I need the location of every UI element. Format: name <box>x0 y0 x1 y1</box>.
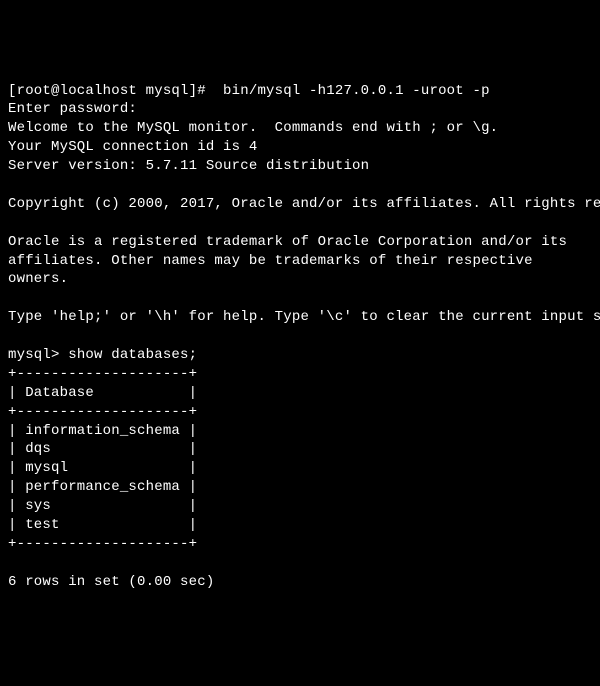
table-row: | test | <box>8 517 197 533</box>
server-version: Server version: 5.7.11 Source distributi… <box>8 158 369 174</box>
table-border-top: +--------------------+ <box>8 366 197 382</box>
table-row: | sys | <box>8 498 197 514</box>
table-row: | mysql | <box>8 460 197 476</box>
shell-prompt: [root@localhost mysql]# <box>8 83 206 99</box>
mysql-prompt: mysql> <box>8 347 60 363</box>
terminal[interactable]: [root@localhost mysql]# bin/mysql -h127.… <box>8 82 592 592</box>
table-header: | Database | <box>8 385 197 401</box>
welcome-line: Welcome to the MySQL monitor. Commands e… <box>8 120 498 136</box>
enter-password: Enter password: <box>8 101 137 117</box>
trademark-line-2: affiliates. Other names may be trademark… <box>8 253 533 269</box>
table-border-bottom: +--------------------+ <box>8 536 197 552</box>
mysql-command: show databases; <box>68 347 197 363</box>
shell-command: bin/mysql -h127.0.0.1 -uroot -p <box>223 83 490 99</box>
result-summary: 6 rows in set (0.00 sec) <box>8 574 214 590</box>
copyright-line: Copyright (c) 2000, 2017, Oracle and/or … <box>8 196 600 212</box>
trademark-line-1: Oracle is a registered trademark of Orac… <box>8 234 567 250</box>
trademark-line-3: owners. <box>8 271 68 287</box>
help-line: Type 'help;' or '\h' for help. Type '\c'… <box>8 309 600 325</box>
table-row: | performance_schema | <box>8 479 197 495</box>
connection-id: Your MySQL connection id is 4 <box>8 139 257 155</box>
table-row: | information_schema | <box>8 423 197 439</box>
table-border-mid: +--------------------+ <box>8 404 197 420</box>
table-row: | dqs | <box>8 441 197 457</box>
